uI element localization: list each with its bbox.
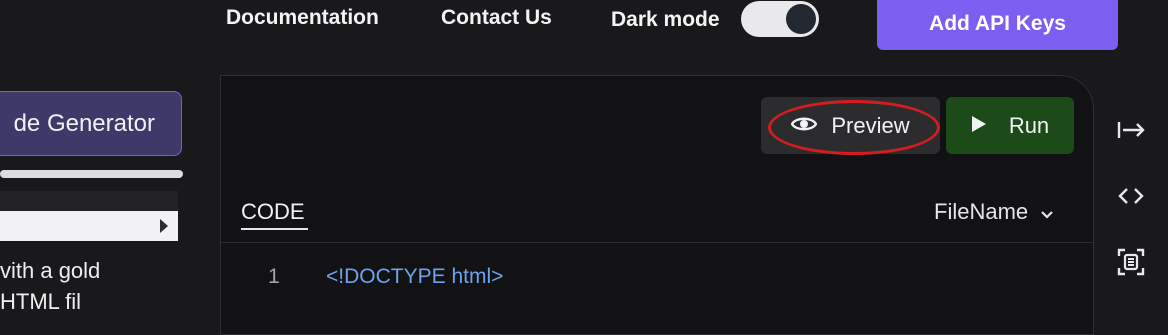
dark-mode-toggle[interactable] (741, 1, 819, 37)
nav-documentation[interactable]: Documentation (226, 6, 379, 30)
filename-label: FileName (934, 199, 1029, 224)
add-api-keys-button[interactable]: Add API Keys (877, 0, 1118, 50)
run-button[interactable]: Run (946, 97, 1074, 154)
code-line[interactable]: <!DOCTYPE html> (326, 265, 503, 289)
run-label: Run (1008, 112, 1050, 138)
prompt-text-line: vith a gold (0, 258, 101, 283)
prompt-text-line: HTML fil (0, 289, 82, 314)
caret-right-icon (160, 219, 168, 233)
editor-divider (221, 242, 1093, 243)
toggle-knob (786, 4, 816, 34)
progress-bar (0, 170, 183, 178)
code-tag: <!DOCTYPE (326, 265, 446, 288)
tab-code[interactable]: CODE (241, 199, 305, 225)
dark-mode-label: Dark mode (611, 8, 720, 31)
nav-contact-us[interactable]: Contact Us (441, 6, 552, 30)
dropdown-select[interactable] (0, 211, 178, 241)
active-tab-indicator (241, 228, 308, 230)
annotation-highlight (768, 100, 940, 155)
line-number: 1 (268, 265, 280, 288)
code-text: html> (445, 265, 504, 288)
collapse-panel-icon[interactable] (1114, 115, 1148, 145)
code-generator-button[interactable]: de Generator (0, 91, 182, 156)
play-icon (971, 113, 987, 139)
chevron-down-icon (1040, 199, 1054, 225)
select-header (0, 191, 178, 211)
filename-dropdown[interactable]: FileName (934, 199, 1054, 225)
fullscreen-icon[interactable] (1114, 247, 1148, 277)
code-icon[interactable] (1114, 181, 1148, 211)
